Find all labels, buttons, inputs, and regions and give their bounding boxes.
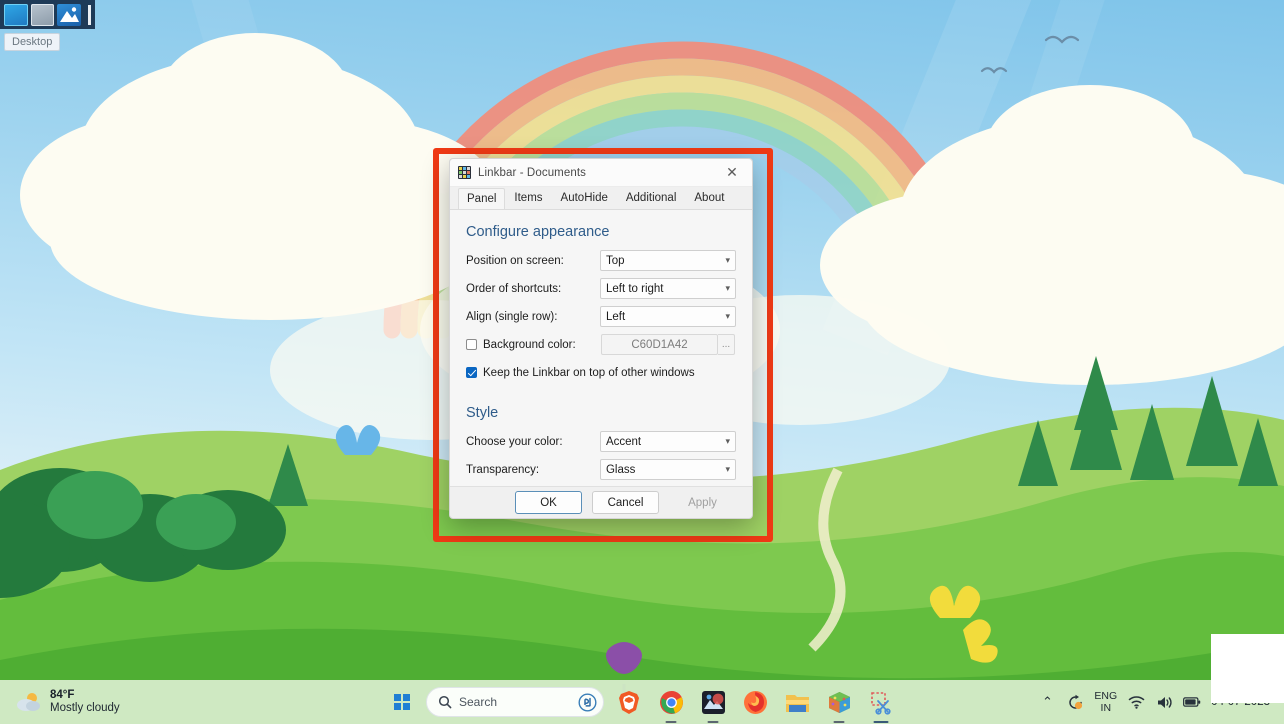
keep-on-top-checkbox[interactable] [466, 367, 477, 378]
background-color-picker-button[interactable]: ... [718, 334, 735, 355]
ok-button[interactable]: OK [515, 491, 582, 514]
windows-logo-icon [394, 694, 410, 710]
update-pending-icon[interactable] [1066, 693, 1084, 711]
transparency-select[interactable]: Glass ▾ [599, 459, 736, 480]
running-indicator [873, 720, 889, 723]
file-explorer-icon[interactable] [780, 685, 814, 719]
apply-button[interactable]: Apply [669, 491, 736, 514]
panel-tab-content: Configure appearance Position on screen:… [450, 209, 752, 486]
position-on-screen-row: Position on screen: Top ▾ [466, 249, 736, 272]
language-line-2: IN [1100, 702, 1112, 714]
cube-app-icon[interactable] [822, 685, 856, 723]
linkbar-app-icon [458, 166, 471, 179]
chevron-down-icon: ▾ [725, 311, 730, 322]
start-button[interactable] [386, 686, 418, 718]
desktop-icon[interactable] [4, 3, 28, 26]
background-color-row: Background color: C60D1A42 ... [466, 333, 736, 356]
keep-on-top-label: Keep the Linkbar on top of other windows [483, 366, 695, 379]
align-single-row-label: Align (single row): [466, 310, 558, 323]
language-line-1: ENG [1094, 690, 1118, 702]
snipping-tool-icon[interactable] [864, 685, 898, 723]
order-of-shortcuts-value: Left to right [605, 282, 664, 295]
search-icon [438, 695, 452, 709]
style-heading: Style [466, 405, 499, 421]
chevron-down-icon: ▾ [725, 436, 730, 447]
linkbar-resize-handle[interactable] [88, 4, 92, 25]
choose-your-color-select[interactable]: Accent ▾ [599, 431, 736, 452]
order-of-shortcuts-select[interactable]: Left to right ▾ [599, 278, 736, 299]
volume-icon[interactable] [1155, 693, 1173, 711]
transparency-value: Glass [605, 463, 636, 476]
language-indicator[interactable]: ENG IN [1094, 690, 1117, 714]
firefox-browser-icon[interactable] [738, 685, 772, 719]
documents-icon[interactable] [30, 3, 55, 26]
chevron-down-icon: ▾ [725, 283, 730, 294]
position-on-screen-value: Top [605, 254, 625, 267]
copilot-icon[interactable] [578, 692, 597, 712]
choose-your-color-value: Accent [605, 435, 642, 448]
position-on-screen-label: Position on screen: [466, 254, 564, 267]
running-indicator [665, 720, 677, 723]
configure-appearance-heading: Configure appearance [466, 224, 610, 240]
dialog-titlebar[interactable]: Linkbar - Documents ✕ [450, 159, 752, 187]
running-indicator [707, 720, 719, 723]
align-single-row-row: Align (single row): Left ▾ [466, 305, 736, 328]
show-hidden-icons-chevron-up-icon[interactable]: ⌃ [1038, 693, 1056, 711]
tab-autohide[interactable]: AutoHide [552, 187, 617, 209]
transparency-row: Transparency: Glass ▾ [466, 458, 736, 481]
linkbar-toolbar[interactable] [0, 0, 95, 29]
linkbar-tooltip: Desktop [4, 33, 61, 51]
transparency-label: Transparency: [466, 463, 540, 476]
white-overlay-rectangle [1211, 634, 1284, 703]
keep-on-top-row: Keep the Linkbar on top of other windows [466, 361, 736, 384]
background-color-label: Background color: [483, 338, 576, 351]
tab-items[interactable]: Items [505, 187, 551, 209]
brave-browser-icon[interactable] [612, 685, 646, 719]
cancel-button[interactable]: Cancel [592, 491, 659, 514]
linkbar-settings-dialog: Linkbar - Documents ✕ Panel Items AutoHi… [449, 158, 753, 519]
background-color-checkbox[interactable] [466, 339, 477, 350]
wifi-icon[interactable] [1127, 693, 1145, 711]
choose-your-color-row: Choose your color: Accent ▾ [466, 430, 736, 453]
windows-taskbar: 84°F Mostly cloudy Search ⌃ ENG IN [0, 680, 1284, 724]
dialog-tabstrip: Panel Items AutoHide Additional About [450, 187, 752, 210]
align-single-row-select[interactable]: Left ▾ [599, 306, 736, 327]
pictures-icon[interactable] [57, 3, 82, 26]
dialog-button-bar: OK Cancel Apply [450, 486, 752, 518]
position-on-screen-select[interactable]: Top ▾ [599, 250, 736, 271]
order-of-shortcuts-row: Order of shortcuts: Left to right ▾ [466, 277, 736, 300]
photos-app-icon[interactable] [696, 685, 730, 723]
dialog-title: Linkbar - Documents [478, 166, 586, 179]
search-input[interactable]: Search [426, 687, 604, 717]
chevron-down-icon: ▾ [725, 255, 730, 266]
tab-additional[interactable]: Additional [617, 187, 686, 209]
order-of-shortcuts-label: Order of shortcuts: [466, 282, 562, 295]
battery-icon[interactable] [1183, 693, 1201, 711]
tab-about[interactable]: About [685, 187, 733, 209]
chevron-down-icon: ▾ [725, 464, 730, 475]
search-placeholder: Search [459, 695, 498, 709]
running-indicator [833, 720, 845, 723]
choose-your-color-label: Choose your color: [466, 435, 563, 448]
background-color-value[interactable]: C60D1A42 [601, 334, 718, 355]
align-single-row-value: Left [605, 310, 626, 323]
google-chrome-icon[interactable] [654, 685, 688, 723]
tab-panel[interactable]: Panel [458, 188, 506, 210]
close-icon[interactable]: ✕ [712, 159, 752, 187]
